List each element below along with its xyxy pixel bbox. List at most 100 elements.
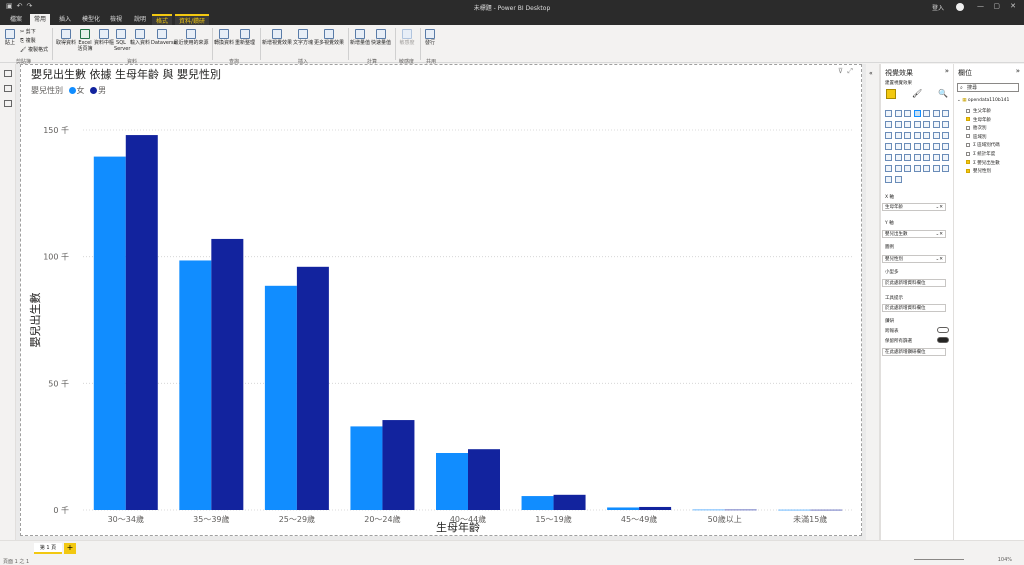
report-view-icon[interactable] [3,70,12,77]
visual-type-icon[interactable] [913,121,921,128]
visual-type-icon[interactable] [885,154,892,161]
visual-type-icon[interactable] [942,165,949,172]
x-axis-well[interactable]: 生母年齡 ⌄✕ [882,203,946,211]
dataverse-button[interactable]: Dataverse [151,29,177,46]
visual-type-icon[interactable] [894,154,902,161]
tab-format[interactable]: 格式 [152,14,173,25]
legend-well[interactable]: 嬰兒性別 ⌄✕ [882,255,946,263]
page-tab[interactable]: 第 1 頁 [34,543,62,554]
visual-type-icon[interactable] [894,132,902,139]
zoom-slider[interactable] [914,559,964,560]
field-checkbox[interactable] [966,134,970,139]
excel-button[interactable]: Excel 活頁簿 [77,29,93,52]
small-multiples-well[interactable]: 於此處新增資料欄位 [882,279,946,287]
visual-type-icon[interactable] [913,110,921,117]
visual-type-icon[interactable] [904,143,911,150]
field-item[interactable]: 胎次別 [966,125,987,131]
paste-button[interactable]: 貼上 [4,29,16,46]
format-visual-icon[interactable]: 🖌 [912,89,922,98]
visual-type-icon[interactable] [885,110,892,117]
visual-type-icon[interactable] [942,110,949,117]
field-checkbox[interactable] [966,125,970,130]
tab-file[interactable]: 檔案 [6,14,26,25]
textbox-button[interactable]: 文字方塊 [293,29,313,46]
more-visuals-button[interactable]: 更多視覺效果 [313,29,345,46]
drill-through-well[interactable]: 在此處新增鑽研欄位 [882,348,946,356]
visual-type-icon[interactable] [913,132,921,139]
visual-type-icon[interactable] [923,110,930,117]
visual-type-icon[interactable] [942,132,949,139]
visual-type-icon[interactable] [904,132,911,139]
visual-type-icon[interactable] [942,121,949,128]
transform-data-button[interactable]: 轉換資料 [214,29,234,46]
field-checkbox[interactable] [966,168,970,173]
expand-pane-icon[interactable]: » [945,67,949,75]
add-page-button[interactable]: + [64,543,76,554]
copy-button[interactable]: ⎘ 複製 [20,38,36,44]
fields-search-input[interactable]: ⌕ 搜尋 [957,83,1019,92]
chevron-down-icon[interactable]: ⌄✕ [935,204,943,211]
close-icon[interactable]: ✕ [1010,2,1016,10]
visual-type-icon[interactable] [904,110,911,117]
filters-pane-collapsed[interactable]: « [866,64,880,540]
sensitivity-button[interactable]: 敏感度 [397,29,417,46]
visual-type-icon[interactable] [885,132,892,139]
visual-type-icon[interactable] [904,154,911,161]
recent-sources-button[interactable]: 最近使用的來源 [173,29,209,46]
field-checkbox[interactable] [966,108,970,113]
keep-filters-toggle[interactable] [937,337,949,343]
field-checkbox[interactable] [966,142,970,147]
tab-home[interactable]: 常用 [30,14,51,25]
model-view-icon[interactable] [3,100,12,107]
maximize-icon[interactable]: ▢ [993,2,1000,10]
tab-view[interactable]: 檢視 [106,14,126,25]
field-item[interactable]: Σ 區域別代碼 [966,142,1000,148]
visual-type-icon[interactable] [923,121,930,128]
field-item[interactable]: 生父年齡 [966,108,991,114]
data-view-icon[interactable] [3,85,12,92]
format-painter-button[interactable]: 🖌 複製格式 [20,47,48,53]
field-checkbox[interactable] [966,117,970,122]
get-data-button[interactable]: 取得資料 [56,29,76,46]
visual-type-icon[interactable] [923,132,930,139]
visual-type-icon[interactable] [885,165,892,172]
tab-modeling[interactable]: 模型化 [78,14,104,25]
cut-button[interactable]: ✂ 剪下 [20,29,36,35]
dataset-hub-button[interactable]: 資料中樞 [94,29,114,46]
visual-type-icon[interactable] [932,121,940,128]
new-visual-button[interactable]: 新增視覺效果 [262,29,292,46]
collapse-icon[interactable]: « [869,70,873,77]
visual-type-icon[interactable] [894,143,902,150]
visual-type-icon[interactable] [942,143,949,150]
visual-type-icon[interactable] [885,143,892,150]
tab-data-drill[interactable]: 資料/鑽研 [175,14,210,25]
expand-pane-icon[interactable]: » [1016,67,1020,75]
field-checkbox[interactable] [966,151,970,156]
visual-type-icon[interactable] [894,110,902,117]
chevron-down-icon[interactable]: ⌄✕ [935,231,943,238]
visual-type-icon[interactable] [904,121,911,128]
login-link[interactable]: 登入 [932,3,944,12]
visual-type-icon[interactable] [932,165,940,172]
visual-type-icon[interactable] [913,154,921,161]
new-measure-button[interactable]: 新增量值 [350,29,370,46]
tooltips-well[interactable]: 於此處新增資料欄位 [882,304,946,312]
tab-help[interactable]: 說明 [130,14,150,25]
visual-type-icon[interactable] [894,176,902,183]
visual-type-icon[interactable] [932,132,940,139]
visual-type-icon[interactable] [894,121,902,128]
visual-type-icon[interactable] [932,110,940,117]
visual-type-icon[interactable] [885,176,892,183]
visual-type-icon[interactable] [913,143,921,150]
build-visual-icon[interactable] [886,89,896,99]
sql-server-button[interactable]: SQL Server [114,29,130,52]
enter-data-button[interactable]: 輸入資料 [130,29,150,46]
visual-type-icon[interactable] [913,165,921,172]
field-item[interactable]: 嬰兒性別 [966,168,991,174]
tab-insert[interactable]: 插入 [55,14,75,25]
visual-type-icon[interactable] [904,165,911,172]
visual-type-icon[interactable] [923,165,930,172]
field-item[interactable]: Σ 統計年度 [966,151,995,157]
cross-report-toggle[interactable] [937,327,949,333]
refresh-button[interactable]: 重新整理 [235,29,255,46]
